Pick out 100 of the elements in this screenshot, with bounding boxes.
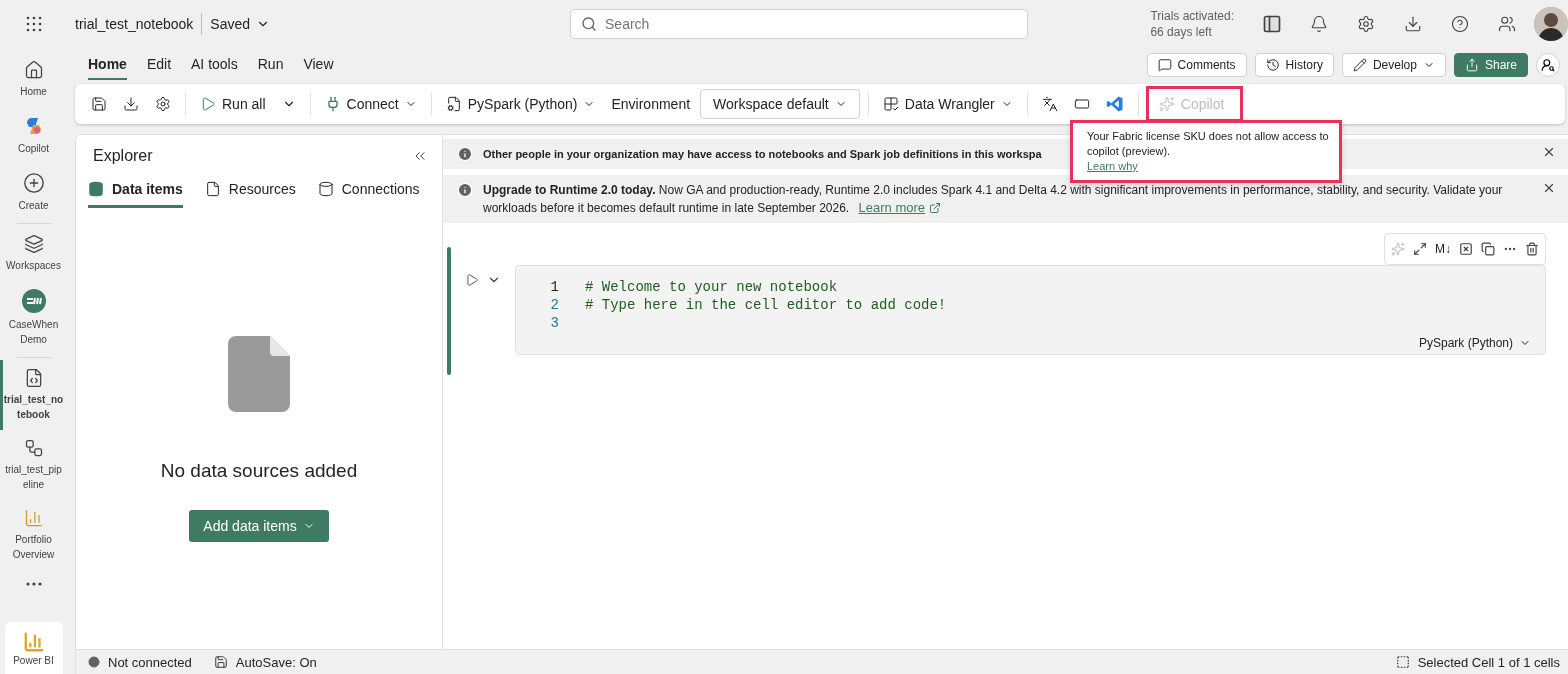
markdown-toggle[interactable]: M↓ bbox=[1435, 242, 1451, 256]
ribbon-tab[interactable]: Home bbox=[88, 50, 127, 80]
info-icon bbox=[457, 182, 473, 198]
clear-output-button[interactable] bbox=[1459, 242, 1473, 256]
home-icon bbox=[23, 60, 44, 80]
info-icon bbox=[457, 146, 473, 162]
ribbon-tab[interactable]: AI tools bbox=[191, 50, 238, 80]
nav-item[interactable]: Copilot bbox=[0, 107, 67, 164]
expand-button[interactable] bbox=[1413, 242, 1427, 256]
close-button[interactable] bbox=[1542, 145, 1556, 159]
create-icon bbox=[22, 172, 45, 194]
autosave-status: AutoSave: On bbox=[235, 654, 317, 670]
download-icon bbox=[123, 96, 139, 112]
cell-language-dropdown[interactable]: PySpark (Python) bbox=[1412, 335, 1537, 351]
data-wrangler-button[interactable]: Data Wrangler bbox=[876, 89, 1019, 119]
banner-text: Other people in your organization may have access to notebooks and Spark job definitions in this workspa bbox=[483, 147, 1042, 162]
table-icon bbox=[882, 96, 899, 112]
share-people-button[interactable] bbox=[1536, 53, 1560, 77]
more-icon bbox=[25, 582, 42, 586]
saved-dropdown[interactable]: Saved bbox=[202, 16, 278, 32]
avatar bbox=[1534, 7, 1568, 41]
search-icon bbox=[581, 16, 597, 32]
nav-item[interactable]: Create bbox=[0, 164, 67, 221]
close-icon bbox=[1542, 145, 1556, 159]
line-number: 3 bbox=[549, 314, 559, 332]
status-dot-icon bbox=[88, 656, 100, 668]
search-field[interactable]: Search bbox=[570, 9, 1028, 39]
workspace-icon bbox=[21, 289, 46, 313]
download-icon bbox=[1403, 15, 1422, 33]
comments-button[interactable]: Comments bbox=[1146, 53, 1247, 77]
run-cell-button[interactable] bbox=[465, 273, 479, 287]
play-icon bbox=[200, 96, 216, 112]
ribbon-tab[interactable]: Run bbox=[257, 50, 284, 80]
people-icon bbox=[1497, 15, 1516, 33]
empty-file-icon bbox=[228, 336, 290, 412]
language-dropdown[interactable]: PySpark (Python) bbox=[439, 89, 602, 119]
more-button[interactable] bbox=[25, 582, 42, 586]
explorer-tab[interactable]: Resources bbox=[204, 181, 296, 208]
ribbon-tab[interactable]: View bbox=[303, 50, 334, 80]
nav-item[interactable]: trial_test_notebook bbox=[0, 360, 67, 430]
run-all-button[interactable]: Run all bbox=[194, 89, 272, 119]
ribbon-tab[interactable]: Edit bbox=[146, 50, 172, 80]
share-icon bbox=[1464, 58, 1479, 72]
save-icon bbox=[91, 96, 107, 112]
history-button[interactable]: History bbox=[1254, 53, 1334, 77]
close-icon bbox=[1542, 181, 1556, 195]
help-icon bbox=[1450, 15, 1469, 33]
bell-icon bbox=[1309, 15, 1328, 33]
person-search-icon bbox=[1541, 58, 1555, 72]
nav-item[interactable]: Portfolio Overview bbox=[0, 500, 67, 570]
close-button[interactable] bbox=[1542, 181, 1556, 195]
environment-dropdown[interactable]: Workspace default bbox=[700, 89, 860, 119]
workspaces-icon bbox=[23, 234, 44, 254]
bar-chart-icon bbox=[23, 508, 44, 528]
nav-item[interactable]: CaseWhen Demo bbox=[0, 281, 67, 355]
play-icon bbox=[465, 273, 479, 287]
trash-icon bbox=[1525, 242, 1539, 256]
code-line: # Type here in the cell editor to add code! bbox=[585, 296, 947, 314]
pencil-icon bbox=[1352, 58, 1367, 72]
nav-item[interactable]: trial_test_pipeline bbox=[0, 430, 67, 500]
database-icon bbox=[88, 181, 104, 197]
explorer-tab[interactable]: Data items bbox=[88, 181, 183, 208]
line-number: 1 bbox=[549, 278, 559, 296]
banner-text: Upgrade to Runtime 2.0 today. Now GA and production-ready, Runtime 2.0 includes Spark 4.1 and Delta 4.2 with significant improvements in performance, stability, and security. Validate your workloads before it becomes default runtime in late September 2026. Learn more bbox=[483, 182, 1504, 217]
external-link-icon bbox=[929, 202, 942, 214]
trial-status: Trials activated: 66 days left bbox=[1150, 8, 1234, 40]
selection-icon bbox=[1395, 655, 1410, 669]
save-icon bbox=[213, 655, 228, 669]
bar-chart-icon bbox=[22, 630, 45, 653]
pipeline-icon bbox=[23, 438, 44, 458]
nav-item[interactable]: Home bbox=[0, 52, 67, 107]
add-data-items-button[interactable]: Add data items bbox=[189, 510, 329, 542]
power-bi-switcher[interactable]: Power BI bbox=[4, 622, 63, 674]
app-launcher-icon[interactable] bbox=[25, 16, 42, 32]
connection-icon bbox=[317, 181, 334, 197]
settings-icon bbox=[155, 96, 171, 112]
notebook-title: trial_test_notebook bbox=[74, 16, 195, 32]
translate-icon bbox=[1041, 96, 1058, 112]
empty-message: No data sources added bbox=[160, 460, 358, 482]
connection-status: Not connected bbox=[108, 654, 192, 670]
learn-more-link[interactable]: Learn more bbox=[858, 199, 942, 217]
tooltip-text: Your Fabric license SKU does not allow access to copilot (preview). bbox=[1087, 130, 1329, 157]
history-icon bbox=[1265, 58, 1280, 72]
panel-icon bbox=[1261, 14, 1282, 34]
frame-icon bbox=[1073, 96, 1090, 112]
copy-button[interactable] bbox=[1481, 242, 1495, 256]
share-button[interactable]: Share bbox=[1453, 53, 1528, 77]
code-cell[interactable]: 1 # Welcome to your new notebook 2 # Type here in the cell editor to add code! 3 PySpark (Python) bbox=[515, 265, 1546, 355]
sparkle-icon bbox=[1158, 96, 1175, 112]
delete-button[interactable] bbox=[1525, 242, 1539, 256]
learn-why-link[interactable]: Learn why bbox=[1087, 160, 1138, 172]
explorer-title: Explorer bbox=[93, 147, 153, 165]
nav-item[interactable]: Workspaces bbox=[0, 226, 67, 281]
expand-icon bbox=[1413, 242, 1427, 256]
explorer-tab[interactable]: Connections bbox=[317, 181, 420, 208]
connect-button[interactable]: Connect bbox=[318, 89, 423, 119]
selection-status: Selected Cell 1 of 1 cells bbox=[1417, 654, 1560, 670]
comment-icon bbox=[1157, 58, 1172, 72]
develop-button[interactable]: Develop bbox=[1341, 53, 1446, 77]
sparkle-icon bbox=[1391, 242, 1405, 256]
